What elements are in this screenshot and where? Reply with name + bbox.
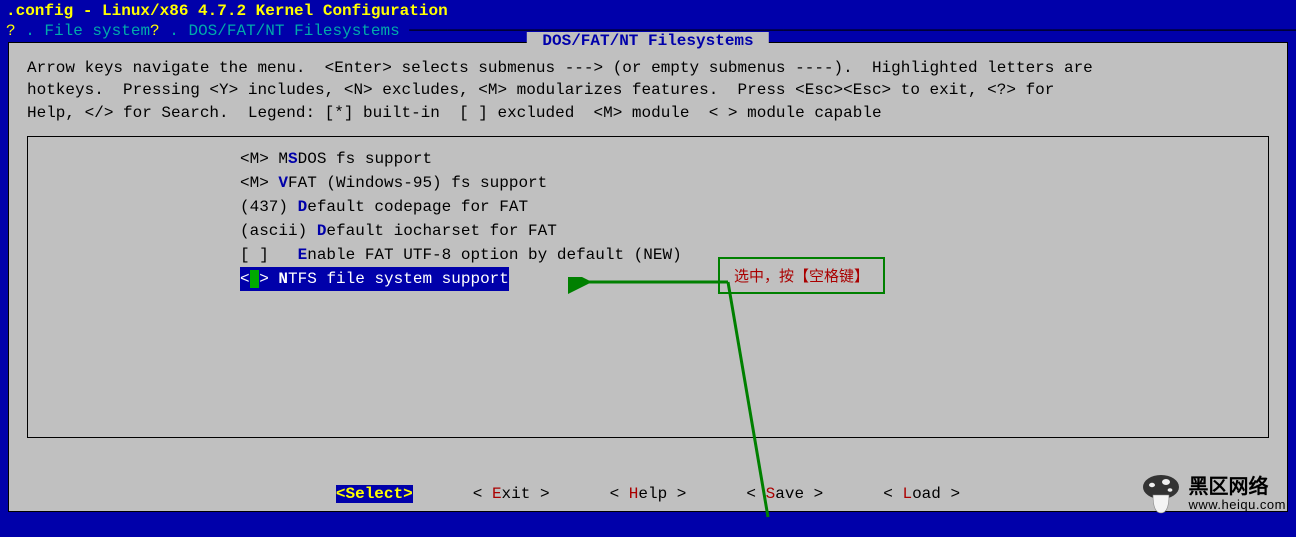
help-button[interactable]: < Help > [610,485,687,503]
breadcrumb-item: File system [44,22,150,40]
window-title: .config - Linux/x86 4.7.2 Kernel Configu… [0,0,1296,22]
button-bar: <Select> < Exit > < Help > < Save > < Load > [9,485,1287,503]
annotation-callout: 选中，按【空格键】 [718,257,885,294]
breadcrumb-q1: ? [6,22,16,40]
exit-button[interactable]: < Exit > [473,485,550,503]
mushroom-icon [1140,473,1182,515]
select-button[interactable]: <Select> [336,485,413,503]
breadcrumb-item: DOS/FAT/NT Filesystems [188,22,399,40]
menu-item[interactable]: [ ] Enable FAT UTF-8 option by default (… [240,246,682,264]
menu-item[interactable]: <M> MSDOS fs support [240,150,432,168]
watermark: 黑区网络 www.heiqu.com [1140,473,1286,515]
panel-title: DOS/FAT/NT Filesystems [527,32,769,50]
save-button[interactable]: < Save > [746,485,823,503]
menu-box: <M> MSDOS fs support <M> VFAT (Windows-95… [27,136,1269,438]
config-panel: DOS/FAT/NT Filesystems Arrow keys naviga… [8,42,1288,512]
menu-item[interactable]: <M> VFAT (Windows-95) fs support [240,174,547,192]
load-button[interactable]: < Load > [883,485,960,503]
watermark-url: www.heiqu.com [1188,498,1286,512]
watermark-text: 黑区网络 [1188,477,1286,498]
menu-item[interactable]: (437) Default codepage for FAT [240,198,528,216]
menu-item[interactable]: < > NTFS file system support [240,267,509,291]
menu-item[interactable]: (ascii) Default iocharset for FAT [240,222,557,240]
breadcrumb-q2: ? [150,22,160,40]
help-text: Arrow keys navigate the menu. <Enter> se… [9,43,1287,132]
